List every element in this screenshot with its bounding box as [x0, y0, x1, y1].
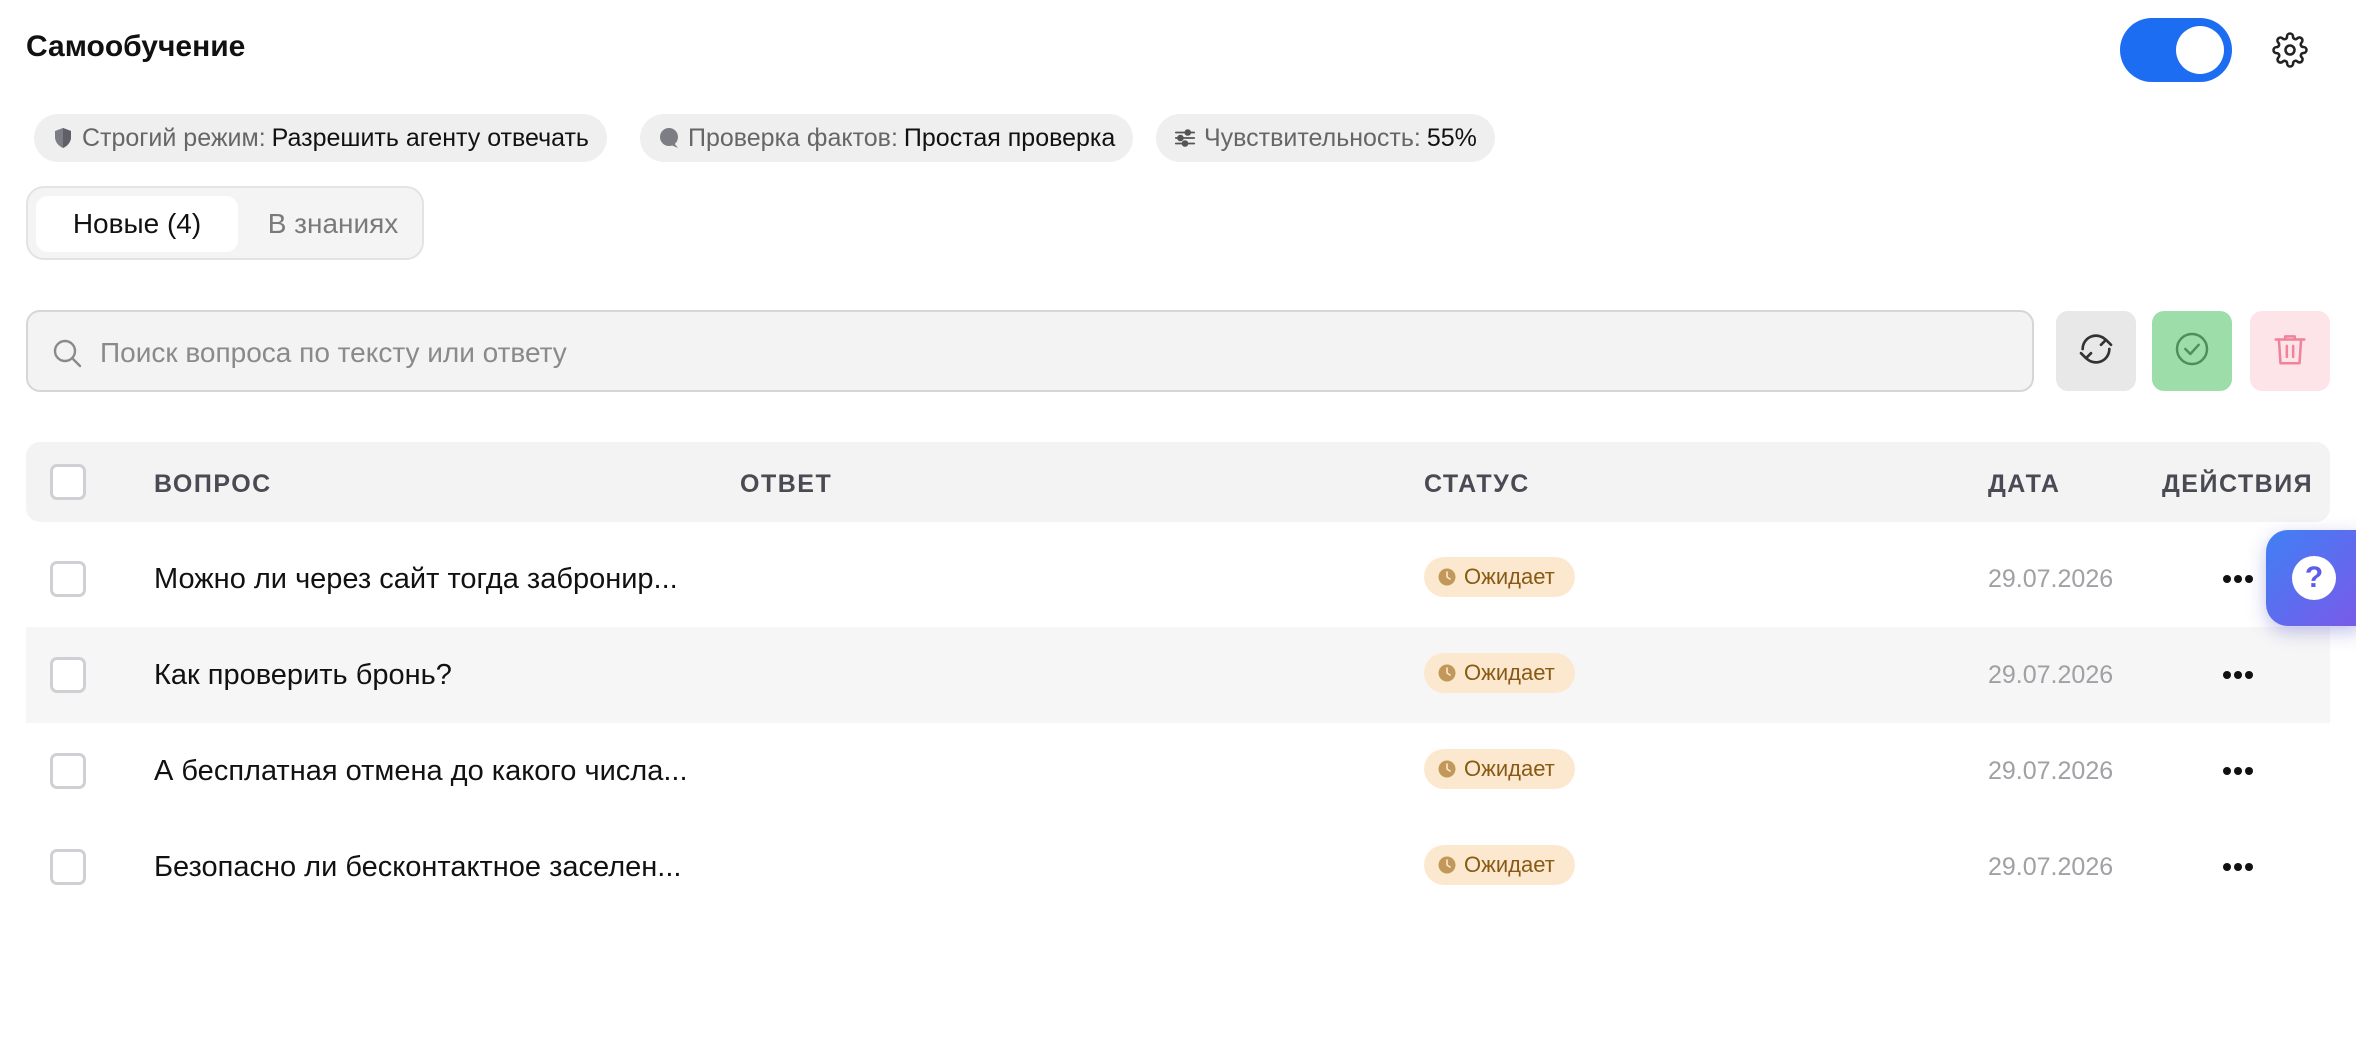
- chip-value: 55%: [1426, 123, 1477, 152]
- column-date: ДАТА: [1988, 470, 2061, 498]
- help-button[interactable]: ?: [2266, 530, 2356, 626]
- ellipsis-icon: [2223, 671, 2253, 679]
- delete-button[interactable]: [2250, 311, 2330, 391]
- row-date: 29.07.2026: [1988, 661, 2114, 689]
- shield-icon: [52, 127, 74, 149]
- row-question: А бесплатная отмена до какого числа...: [154, 755, 688, 787]
- ellipsis-icon: [2223, 767, 2253, 775]
- clock-icon: [1438, 856, 1456, 874]
- column-answer: ОТВЕТ: [740, 470, 833, 498]
- approve-button[interactable]: [2152, 311, 2232, 391]
- row-question: Как проверить бронь?: [154, 659, 452, 691]
- check-circle-icon: [2172, 329, 2212, 374]
- more-actions-button[interactable]: [2218, 657, 2258, 693]
- refresh-button[interactable]: [2056, 311, 2136, 391]
- search-box: [26, 310, 2034, 392]
- row-checkbox[interactable]: [50, 849, 86, 885]
- chip-strict-mode[interactable]: Строгий режим: Разрешить агенту отвечать: [34, 114, 607, 162]
- tab-bar: Новые (4) В знаниях: [26, 186, 424, 260]
- trash-icon: [2271, 330, 2309, 373]
- column-actions: ДЕЙСТВИЯ: [2162, 470, 2314, 498]
- status-badge: Ожидает: [1424, 845, 1575, 885]
- tab-new[interactable]: Новые (4): [36, 196, 238, 252]
- page-title: Самообучение: [26, 30, 246, 63]
- column-question: ВОПРОС: [154, 470, 272, 498]
- sliders-icon: [1174, 127, 1196, 149]
- status-text: Ожидает: [1464, 756, 1555, 781]
- status-text: Ожидает: [1464, 564, 1555, 589]
- chip-label: Проверка фактов:: [688, 123, 898, 152]
- column-status: СТАТУС: [1424, 470, 1530, 498]
- search-icon: [52, 338, 82, 368]
- table-header: ВОПРОС ОТВЕТ СТАТУС ДАТА ДЕЙСТВИЯ: [26, 442, 2330, 522]
- refresh-icon: [2076, 329, 2116, 374]
- clock-icon: [1438, 760, 1456, 778]
- chip-label: Строгий режим:: [82, 123, 266, 152]
- row-checkbox[interactable]: [50, 657, 86, 693]
- status-badge: Ожидает: [1424, 557, 1575, 597]
- row-question: Можно ли через сайт тогда забронир...: [154, 563, 678, 595]
- gear-icon[interactable]: [2272, 32, 2308, 68]
- row-date: 29.07.2026: [1988, 565, 2114, 593]
- ellipsis-icon: [2223, 863, 2253, 871]
- chip-fact-check[interactable]: Проверка фактов: Простая проверка: [640, 114, 1134, 162]
- row-date: 29.07.2026: [1988, 757, 2114, 785]
- toggle-knob: [2176, 26, 2224, 74]
- select-all-checkbox[interactable]: [50, 464, 86, 500]
- row-question: Безопасно ли бесконтактное заселен...: [154, 851, 682, 883]
- status-badge: Ожидает: [1424, 749, 1575, 789]
- chip-label: Чувствительность:: [1204, 123, 1421, 152]
- chip-sensitivity[interactable]: Чувствительность: 55%: [1156, 114, 1495, 162]
- status-text: Ожидает: [1464, 852, 1555, 877]
- tab-in-knowledge[interactable]: В знаниях: [248, 196, 418, 252]
- table-row[interactable]: Безопасно ли бесконтактное заселен... Ож…: [26, 819, 2330, 915]
- question-mark-icon: ?: [2292, 556, 2336, 600]
- more-actions-button[interactable]: [2218, 561, 2258, 597]
- row-date: 29.07.2026: [1988, 853, 2114, 881]
- chip-value: Разрешить агенту отвечать: [271, 123, 589, 152]
- chat-bubble-icon: [658, 127, 680, 149]
- chip-value: Простая проверка: [903, 123, 1116, 152]
- status-badge: Ожидает: [1424, 653, 1575, 693]
- more-actions-button[interactable]: [2218, 849, 2258, 885]
- self-learning-toggle[interactable]: [2120, 18, 2232, 82]
- clock-icon: [1438, 664, 1456, 682]
- ellipsis-icon: [2223, 575, 2253, 583]
- more-actions-button[interactable]: [2218, 753, 2258, 789]
- table-row[interactable]: Можно ли через сайт тогда забронир... Ож…: [26, 531, 2330, 627]
- row-checkbox[interactable]: [50, 561, 86, 597]
- table-row[interactable]: А бесплатная отмена до какого числа... О…: [26, 723, 2330, 819]
- status-text: Ожидает: [1464, 660, 1555, 685]
- search-input[interactable]: [98, 324, 2002, 382]
- clock-icon: [1438, 568, 1456, 586]
- table-row[interactable]: Как проверить бронь? Ожидает 29.07.2026: [26, 627, 2330, 723]
- row-checkbox[interactable]: [50, 753, 86, 789]
